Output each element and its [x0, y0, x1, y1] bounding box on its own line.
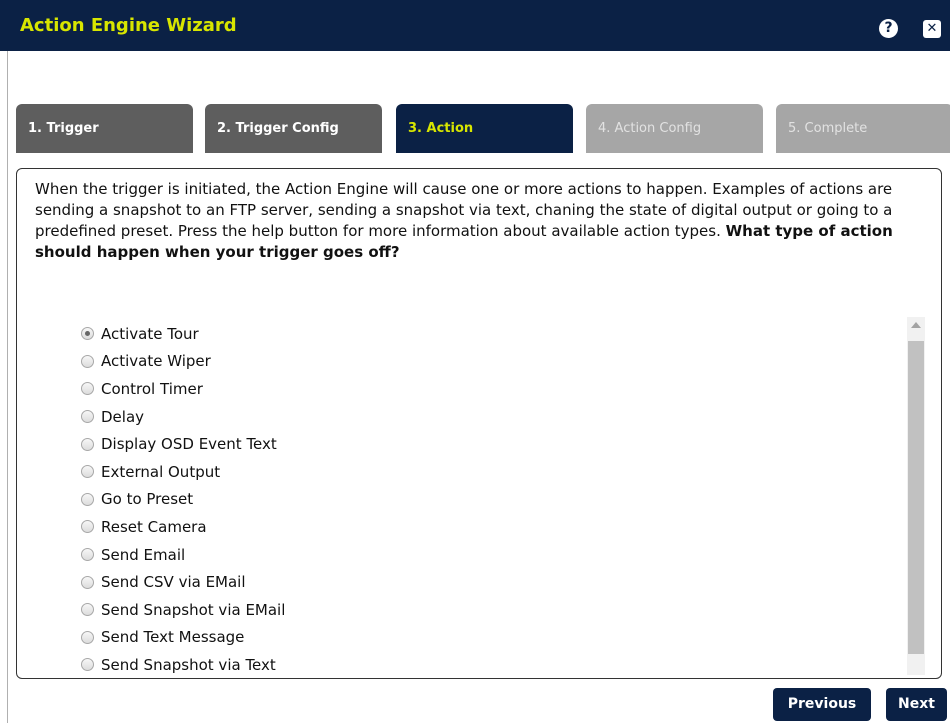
radio-button[interactable] — [81, 658, 94, 672]
panel-border — [7, 51, 8, 723]
help-icon[interactable]: ? — [879, 19, 898, 38]
radio-button[interactable] — [81, 354, 94, 368]
action-option-label: Reset Camera — [101, 517, 207, 536]
radio-button[interactable] — [81, 492, 94, 506]
action-option[interactable]: Go to Preset — [81, 486, 891, 514]
action-option[interactable]: Send CSV via EMail — [81, 568, 891, 596]
action-option[interactable]: Activate Tour — [81, 320, 891, 348]
action-option-label: Send CSV via EMail — [101, 573, 246, 592]
tab-trigger-config[interactable]: 2. Trigger Config — [205, 104, 382, 153]
radio-button[interactable] — [81, 327, 94, 341]
window-title: Action Engine Wizard — [20, 15, 237, 36]
instructions-text: When the trigger is initiated, the Actio… — [35, 179, 928, 263]
tab-trigger[interactable]: 1. Trigger — [16, 104, 193, 153]
action-option-label: Send Email — [101, 545, 186, 564]
tab-complete: 5. Complete — [776, 104, 950, 153]
action-option-label: Send Snapshot via Text — [101, 655, 276, 674]
action-option-label: Control Timer — [101, 379, 203, 398]
action-option[interactable]: External Output — [81, 458, 891, 486]
action-option-label: Activate Wiper — [101, 352, 211, 371]
next-button[interactable]: Next — [886, 688, 947, 721]
action-option[interactable]: Send Snapshot via EMail — [81, 596, 891, 624]
radio-button[interactable] — [81, 382, 94, 396]
previous-button[interactable]: Previous — [773, 688, 871, 721]
radio-button[interactable] — [81, 548, 94, 562]
radio-button[interactable] — [81, 630, 94, 644]
wizard-header: Action Engine Wizard ? ✕ — [0, 0, 950, 51]
close-icon[interactable]: ✕ — [923, 20, 941, 38]
action-option[interactable]: Control Timer — [81, 375, 891, 403]
action-option-label: External Output — [101, 462, 221, 481]
action-option-label: Delay — [101, 407, 145, 426]
action-option[interactable]: Activate Wiper — [81, 348, 891, 376]
action-option-label: Send Snapshot via EMail — [101, 600, 286, 619]
action-option[interactable]: Send Email — [81, 541, 891, 569]
action-option-label: Activate Tour — [101, 324, 199, 343]
radio-button[interactable] — [81, 520, 94, 534]
action-option-label: Go to Preset — [101, 490, 194, 509]
action-option-label: Display OSD Event Text — [101, 435, 277, 454]
radio-button[interactable] — [81, 603, 94, 617]
scrollbar[interactable] — [907, 317, 925, 675]
scrollbar-thumb[interactable] — [908, 341, 924, 654]
radio-button[interactable] — [81, 465, 94, 479]
action-option[interactable]: Display OSD Event Text — [81, 430, 891, 458]
tab-action[interactable]: 3. Action — [396, 104, 573, 153]
scroll-up-arrow-icon[interactable] — [911, 322, 921, 328]
action-panel: When the trigger is initiated, the Actio… — [16, 168, 942, 679]
radio-button[interactable] — [81, 437, 94, 451]
action-type-list: Activate Tour Activate Wiper Control Timer… — [81, 320, 891, 679]
action-option[interactable]: Reset Camera — [81, 513, 891, 541]
action-option[interactable]: Send Text Message — [81, 624, 891, 652]
action-option-label: Send Text Message — [101, 628, 245, 647]
tab-action-config: 4. Action Config — [586, 104, 763, 153]
radio-button[interactable] — [81, 410, 94, 424]
action-option[interactable]: Send Snapshot via Text — [81, 651, 891, 679]
radio-button[interactable] — [81, 575, 94, 589]
action-option[interactable]: Delay — [81, 403, 891, 431]
